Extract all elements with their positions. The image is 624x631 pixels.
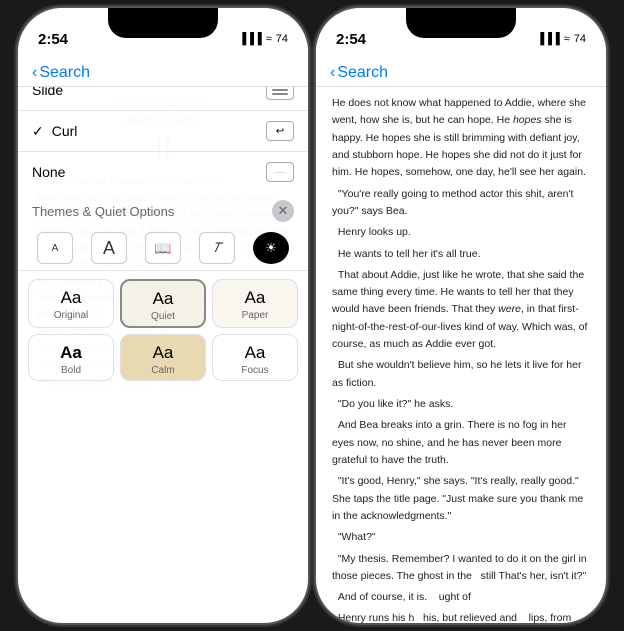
left-phone: 2:54 ▐▐▐ ≈ 74 ‹ Search Brooklyn, New Yor… <box>18 8 308 623</box>
signal-icon-right: ▐▐▐ <box>536 33 559 45</box>
right-para-5: That about Addie, just like he wrote, th… <box>332 267 590 354</box>
theme-bold-text: Aa <box>60 343 82 363</box>
right-para-13: Henry runs his h his, but relieved and l… <box>332 610 590 623</box>
theme-focus-label: Focus <box>241 365 268 376</box>
checkmark-icon: ✓ <box>32 123 44 140</box>
battery-icon-right: 74 <box>574 33 586 45</box>
theme-quiet[interactable]: Aa Quiet <box>120 279 206 328</box>
right-para-7: "Do you like it?" he asks. <box>332 396 590 413</box>
none-label: None <box>32 164 65 180</box>
right-para-1: He does not know what happened to Addie,… <box>332 95 590 182</box>
theme-quiet-label: Quiet <box>151 311 175 322</box>
theme-quiet-text: Aa <box>153 289 174 309</box>
right-para-4: He wants to tell her it's all true. <box>332 246 590 263</box>
slide-icon <box>266 87 294 100</box>
theme-paper-label: Paper <box>242 310 269 321</box>
status-icons-left: ▐▐▐ ≈ 74 <box>238 33 288 45</box>
battery-icon: 74 <box>276 33 288 45</box>
font-style-button[interactable]: 𝑇 <box>199 232 235 264</box>
none-icon: — <box>266 162 294 182</box>
theme-bold[interactable]: Aa Bold <box>28 334 114 381</box>
book-content-right: He does not know what happened to Addie,… <box>316 87 606 623</box>
wifi-icon-right: ≈ <box>564 33 570 45</box>
notch <box>108 8 218 38</box>
transition-options: Slide ✓ Curl ↩ <box>18 87 308 192</box>
theme-grid: Aa Original Aa Quiet Aa Paper Aa Bold <box>18 271 308 391</box>
book-content-left: Brooklyn, New York March 13, 2015 II "He… <box>18 87 308 391</box>
themes-bar: Themes & Quiet Options ✕ <box>18 192 308 226</box>
theme-calm[interactable]: Aa Calm <box>120 334 206 381</box>
font-large-button[interactable]: A <box>91 232 127 264</box>
nav-bar-right: ‹ Search <box>316 58 606 87</box>
close-button[interactable]: ✕ <box>272 200 294 222</box>
back-label-right: Search <box>337 64 388 82</box>
slide-label: Slide <box>32 87 63 98</box>
right-phone: 2:54 ▐▐▐ ≈ 74 ‹ Search He does not know … <box>316 8 606 623</box>
none-option[interactable]: None — <box>18 152 308 192</box>
font-small-button[interactable]: A <box>37 232 73 264</box>
chevron-left-icon: ‹ <box>32 64 37 82</box>
theme-calm-text: Aa <box>153 343 174 363</box>
right-para-10: "What?" <box>332 529 590 546</box>
slide-option[interactable]: Slide <box>18 87 308 111</box>
theme-focus-text: Aa <box>245 343 266 363</box>
status-icons-right: ▐▐▐ ≈ 74 <box>536 33 586 45</box>
nav-bar-left: ‹ Search <box>18 58 308 87</box>
right-para-6: But she wouldn't believe him, so he lets… <box>332 357 590 392</box>
right-para-8: And Bea breaks into a grin. There is no … <box>332 417 590 469</box>
right-para-9: "It's good, Henry," she says. "It's real… <box>332 473 590 525</box>
phones-container: 2:54 ▐▐▐ ≈ 74 ‹ Search Brooklyn, New Yor… <box>18 8 606 623</box>
right-para-2: "You're really going to method actor thi… <box>332 186 590 221</box>
chevron-left-icon-right: ‹ <box>330 64 335 82</box>
theme-paper[interactable]: Aa Paper <box>212 279 298 328</box>
back-button-right[interactable]: ‹ Search <box>330 64 388 82</box>
theme-original-label: Original <box>54 310 88 321</box>
theme-original-text: Aa <box>61 288 82 308</box>
curl-option[interactable]: ✓ Curl ↩ <box>18 111 308 152</box>
theme-original[interactable]: Aa Original <box>28 279 114 328</box>
themes-label: Themes & Quiet Options <box>32 204 174 219</box>
font-circle-button[interactable]: ☀ <box>253 232 289 264</box>
back-button-left[interactable]: ‹ Search <box>32 64 90 82</box>
right-para-3: Henry looks up. <box>332 224 590 241</box>
wifi-icon: ≈ <box>266 33 272 45</box>
theme-calm-label: Calm <box>151 365 174 376</box>
signal-icon: ▐▐▐ <box>238 33 261 45</box>
curl-label: Curl <box>52 123 78 139</box>
theme-focus[interactable]: Aa Focus <box>212 334 298 381</box>
right-para-12: And of course, it is. ught of <box>332 589 590 606</box>
status-time-right: 2:54 <box>336 31 366 48</box>
back-label-left: Search <box>39 64 90 82</box>
notch-right <box>406 8 516 38</box>
curl-icon: ↩ <box>266 121 294 141</box>
theme-paper-text: Aa <box>245 288 266 308</box>
font-book-button[interactable]: 📖 <box>145 232 181 264</box>
overlay-panel: Slide ✓ Curl ↩ <box>18 87 308 391</box>
theme-bold-label: Bold <box>61 365 81 376</box>
status-time-left: 2:54 <box>38 31 68 48</box>
right-para-11: "My thesis. Remember? I wanted to do it … <box>332 551 590 586</box>
font-controls: A A 📖 𝑇 ☀ <box>18 226 308 271</box>
